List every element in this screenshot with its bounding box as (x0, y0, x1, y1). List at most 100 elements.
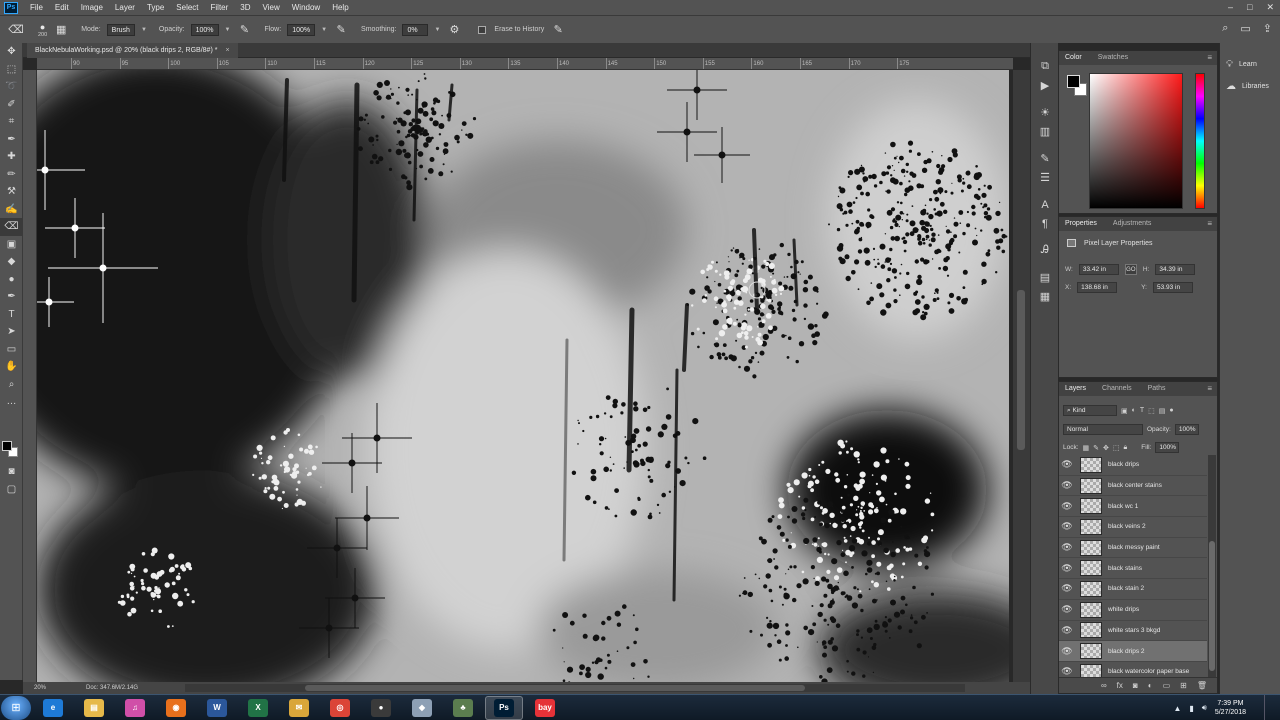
filter-pixel-icon[interactable]: ▣ (1121, 407, 1128, 415)
type-tool-icon[interactable]: T (0, 306, 23, 324)
eraser-tool-preset-icon[interactable]: ⌫ (8, 22, 24, 38)
visibility-eye-icon[interactable]: 👁︎ (1059, 480, 1075, 491)
lock-all-icon[interactable]: 🔒︎ (1124, 444, 1128, 452)
color-panel-menu-icon[interactable]: ≡ (1207, 51, 1212, 65)
taskbar-app-excel[interactable]: X (239, 696, 277, 720)
airbrush-icon[interactable]: ✎ (333, 22, 349, 38)
link-dimensions-icon[interactable]: GO (1124, 264, 1137, 275)
menu-edit[interactable]: Edit (49, 0, 75, 15)
maximize-button[interactable]: □ (1247, 0, 1252, 15)
erase-to-history-checkbox[interactable] (478, 25, 487, 34)
layer-row[interactable]: 👁︎ black center stains (1059, 475, 1207, 497)
start-button-icon[interactable]: ⊞ (1, 695, 31, 720)
close-tab-icon[interactable]: × (225, 43, 229, 58)
visibility-eye-icon[interactable]: 👁︎ (1059, 563, 1075, 574)
brush-panel-icon[interactable]: ✎ (1031, 149, 1059, 168)
opacity-input[interactable]: 100% (190, 23, 219, 36)
properties-dock-icon[interactable]: ▤ (1031, 268, 1059, 287)
vertical-scroll-thumb[interactable] (1017, 290, 1025, 450)
adjustments-panel-icon[interactable]: ☀ (1031, 103, 1059, 122)
new-adjustment-icon[interactable]: ◐ (1148, 681, 1153, 690)
brush-tool-icon[interactable]: ✏ (0, 166, 23, 184)
history-panel-icon[interactable]: ⧉ (1031, 57, 1059, 76)
menu-help[interactable]: Help (326, 0, 354, 15)
document-canvas[interactable] (37, 70, 1009, 682)
clone-stamp-tool-icon[interactable]: ⚒ (0, 183, 23, 201)
menu-filter[interactable]: Filter (205, 0, 235, 15)
filter-shape-icon[interactable]: ⬚ (1148, 407, 1155, 415)
layer-row[interactable]: 👁︎ black messy paint (1059, 537, 1207, 559)
filter-toggle-icon[interactable]: ● (1169, 407, 1173, 414)
lasso-tool-icon[interactable]: ➰ (0, 78, 23, 96)
tab-adjustments[interactable]: Adjustments (1113, 217, 1152, 231)
taskbar-app-firefox[interactable]: ◉ (157, 696, 195, 720)
visibility-eye-icon[interactable]: 👁︎ (1059, 583, 1075, 594)
flow-caret-icon[interactable]: ▼ (321, 27, 327, 33)
add-mask-icon[interactable]: ◙ (1133, 681, 1138, 690)
workspace-icon[interactable]: ▭ (1240, 22, 1250, 35)
smoothing-caret-icon[interactable]: ▼ (434, 27, 440, 33)
crop-tool-icon[interactable]: ⌗ (0, 113, 23, 131)
paragraph-panel-icon[interactable]: ¶ (1031, 214, 1059, 233)
learn-panel-button[interactable]: 💡︎ Learn (1220, 53, 1280, 75)
share-icon[interactable]: ⇪ (1263, 22, 1272, 35)
width-input[interactable]: 33.42 in (1078, 264, 1119, 275)
opacity-caret-icon[interactable]: ▼ (225, 27, 231, 33)
menu-window[interactable]: Window (286, 0, 326, 15)
menu-layer[interactable]: Layer (109, 0, 141, 15)
move-tool-icon[interactable]: ✥ (0, 43, 23, 61)
edit-toolbar-icon[interactable]: … (0, 393, 23, 411)
lock-transparent-icon[interactable]: ▦ (1083, 444, 1090, 452)
quick-select-tool-icon[interactable]: ✐ (0, 96, 23, 114)
history-brush-tool-icon[interactable]: ✍ (0, 201, 23, 219)
layer-row[interactable]: 👁︎ black watercolor paper base (1059, 661, 1207, 677)
mode-select[interactable]: Brush (106, 23, 135, 36)
search-icon[interactable]: ⌕ (1222, 22, 1228, 35)
taskbar-app-app-a[interactable]: ◆ (403, 696, 441, 720)
document-size[interactable]: Doc: 347.6M/2.14G (86, 685, 138, 691)
zoom-level[interactable]: 20% (34, 685, 46, 691)
brush-settings-icon[interactable]: ▦ (53, 22, 69, 38)
taskbar-app-word[interactable]: W (198, 696, 236, 720)
histogram-panel-icon[interactable]: ▥ (1031, 122, 1059, 141)
brush-preset-picker[interactable]: ● 200 (38, 22, 47, 38)
visibility-eye-icon[interactable]: 👁︎ (1059, 666, 1075, 677)
eyedropper-tool-icon[interactable]: ✒ (0, 131, 23, 149)
lock-position-icon[interactable]: ✥ (1103, 444, 1109, 452)
taskbar-app-photoshop[interactable]: Ps (485, 695, 523, 720)
tab-channels[interactable]: Channels (1102, 382, 1132, 396)
hue-slider[interactable] (1195, 73, 1205, 209)
horizontal-scrollbar[interactable] (185, 684, 965, 692)
smoothing-input[interactable]: 0% (402, 23, 429, 36)
taskbar-app-explorer[interactable]: ▤ (75, 696, 113, 720)
dodge-tool-icon[interactable]: ● (0, 271, 23, 289)
foreground-color-swatch[interactable] (2, 441, 12, 451)
layer-row[interactable]: 👁︎ white stars 3 bkgd (1059, 620, 1207, 642)
filter-smart-object-icon[interactable]: ▤ (1159, 407, 1166, 415)
menu-image[interactable]: Image (75, 0, 109, 15)
taskbar-app-ebay[interactable]: bay (526, 696, 564, 720)
mode-caret-icon[interactable]: ▼ (141, 27, 147, 33)
layer-row[interactable]: 👁︎ white drips (1059, 599, 1207, 621)
visibility-eye-icon[interactable]: 👁︎ (1059, 501, 1075, 512)
layer-row[interactable]: 👁︎ black wc 1 (1059, 496, 1207, 518)
visibility-eye-icon[interactable]: 👁︎ (1059, 646, 1075, 657)
lock-artboard-icon[interactable]: ⬚ (1113, 444, 1120, 452)
menu-3d[interactable]: 3D (234, 0, 256, 15)
layers-scrollbar[interactable] (1208, 455, 1216, 677)
tab-swatches[interactable]: Swatches (1098, 51, 1128, 65)
actions-panel-icon[interactable]: ▶ (1031, 76, 1059, 95)
x-input[interactable]: 138.68 in (1077, 282, 1118, 293)
layer-row[interactable]: 👁︎ black stain 2 (1059, 579, 1207, 600)
link-layers-icon[interactable]: ∞ (1101, 681, 1107, 690)
layers-scroll-thumb[interactable] (1209, 541, 1215, 671)
y-input[interactable]: 53.93 in (1152, 282, 1193, 293)
visibility-eye-icon[interactable]: 👁︎ (1059, 521, 1075, 532)
hand-tool-icon[interactable]: ✋ (0, 358, 23, 376)
filter-type-icon[interactable]: T (1140, 407, 1144, 414)
color-field[interactable] (1089, 73, 1183, 209)
tray-arrow-icon[interactable]: ▲ (1173, 704, 1181, 713)
new-group-icon[interactable]: ▭ (1163, 681, 1171, 690)
new-layer-icon[interactable]: ⊞ (1180, 681, 1187, 690)
libraries-panel-button[interactable]: ☁ Libraries (1220, 75, 1280, 97)
